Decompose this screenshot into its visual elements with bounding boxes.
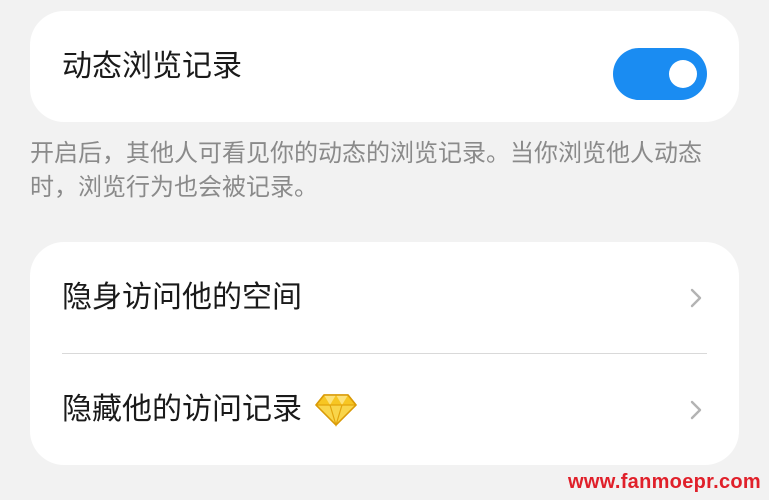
visit-options-card: 隐身访问他的空间 隐藏他的访问记录 <box>30 242 739 465</box>
feed-history-card: 动态浏览记录 <box>30 11 739 122</box>
feed-history-label: 动态浏览记录 <box>62 48 242 84</box>
stealth-visit-label: 隐身访问他的空间 <box>62 279 302 315</box>
chevron-right-icon <box>685 399 707 421</box>
stealth-visit-row[interactable]: 隐身访问他的空间 <box>30 242 739 353</box>
feed-history-description: 开启后，其他人可看见你的动态的浏览记录。当你浏览他人动态时，浏览行为也会被记录。 <box>30 139 702 201</box>
chevron-right-icon <box>685 287 707 309</box>
hide-visit-history-row[interactable]: 隐藏他的访问记录 <box>30 354 739 465</box>
toggle-knob <box>669 60 697 88</box>
hide-visit-history-label: 隐藏他的访问记录 <box>62 391 302 427</box>
diamond-icon <box>314 393 358 427</box>
feed-history-toggle[interactable] <box>613 48 707 100</box>
watermark-text: www.fanmoepr.com <box>568 471 761 493</box>
privacy-settings-page: 动态浏览记录 开启后，其他人可看见你的动态的浏览记录。当你浏览他人动态时，浏览行… <box>0 0 769 500</box>
